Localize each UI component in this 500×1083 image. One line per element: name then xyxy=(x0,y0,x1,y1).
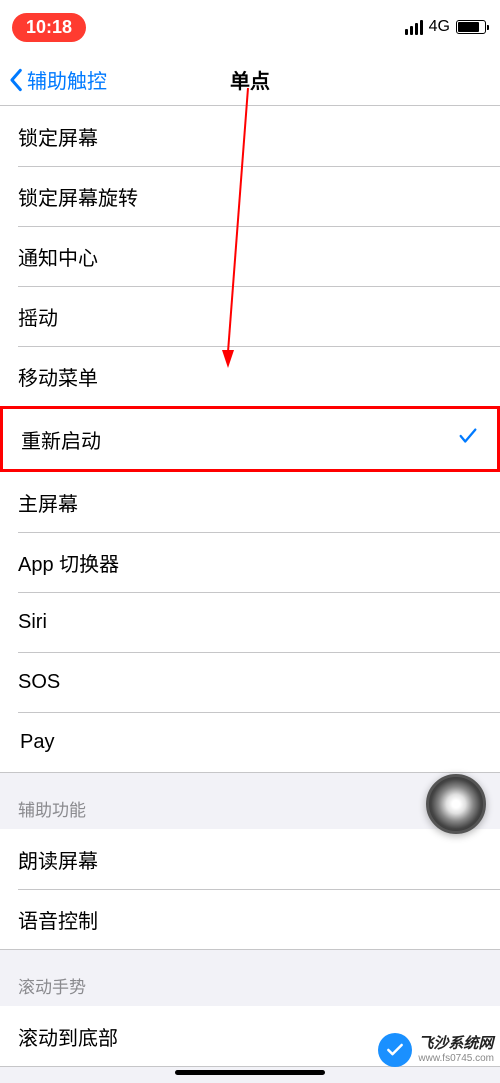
list-item-label: 语音控制 xyxy=(18,905,98,934)
battery-icon xyxy=(456,20,486,34)
list-item-label: Siri xyxy=(18,611,47,634)
list-item[interactable]: App 切换器 xyxy=(0,532,500,592)
list-item-label: 移动菜单 xyxy=(18,362,98,391)
list-item[interactable]: 摇动 xyxy=(0,286,500,346)
status-bar: 10:18 4G xyxy=(0,0,500,54)
watermark-logo-icon xyxy=(378,1033,412,1067)
back-label: 辅助触控 xyxy=(27,65,107,94)
status-time: 10:18 xyxy=(12,13,86,42)
list-item[interactable]: 重新启动 xyxy=(0,406,500,472)
list-item[interactable]: 语音控制 xyxy=(0,889,500,949)
options-list-2: 朗读屏幕语音控制 xyxy=(0,829,500,949)
options-list-1: 锁定屏幕锁定屏幕旋转通知中心摇动移动菜单重新启动主屏幕 App 切换器 Siri SO… xyxy=(0,106,500,772)
back-button[interactable]: 辅助触控 xyxy=(0,65,107,94)
network-label: 4G xyxy=(429,18,450,36)
list-item-label: Pay xyxy=(20,731,54,754)
chevron-left-icon xyxy=(8,68,23,92)
section-header-accessibility: 辅助功能 xyxy=(0,772,500,829)
checkmark-icon xyxy=(457,425,479,453)
list-item-label: 摇动 xyxy=(18,302,58,331)
list-item-label: 重新启动 xyxy=(21,425,101,454)
list-item[interactable]: Pay xyxy=(0,712,500,772)
list-item[interactable]: 锁定屏幕 xyxy=(0,106,500,166)
list-item-label: 通知中心 xyxy=(18,242,98,271)
section-header-scroll: 滚动手势 xyxy=(0,949,500,1006)
list-item-label: 锁定屏幕旋转 xyxy=(18,182,138,211)
list-item-label: 朗读屏幕 xyxy=(18,845,98,874)
list-item[interactable]: Siri xyxy=(0,592,500,652)
list-item-label: App 切换器 xyxy=(18,548,119,577)
watermark: 飞沙系统网 www.fs0745.com xyxy=(378,1033,494,1067)
list-item-label: 滚动到底部 xyxy=(18,1022,118,1051)
signal-icon xyxy=(405,20,423,35)
list-item[interactable]: 锁定屏幕旋转 xyxy=(0,166,500,226)
list-item-label: 锁定屏幕 xyxy=(18,122,98,151)
watermark-url: www.fs0745.com xyxy=(418,1053,494,1064)
list-item[interactable]: 主屏幕 xyxy=(0,472,500,532)
list-item-label: SOS xyxy=(18,671,60,694)
list-item[interactable]: 朗读屏幕 xyxy=(0,829,500,889)
page-title: 单点 xyxy=(230,65,270,94)
list-item[interactable]: 通知中心 xyxy=(0,226,500,286)
list-item[interactable]: SOS xyxy=(0,652,500,712)
list-item[interactable]: 移动菜单 xyxy=(0,346,500,406)
assistive-touch-button[interactable] xyxy=(426,774,486,834)
status-right: 4G xyxy=(405,18,486,36)
watermark-title: 飞沙系统网 xyxy=(418,1036,494,1053)
nav-bar: 辅助触控 单点 xyxy=(0,54,500,106)
list-item-label: 主屏幕 xyxy=(18,488,78,517)
home-indicator xyxy=(175,1070,325,1075)
